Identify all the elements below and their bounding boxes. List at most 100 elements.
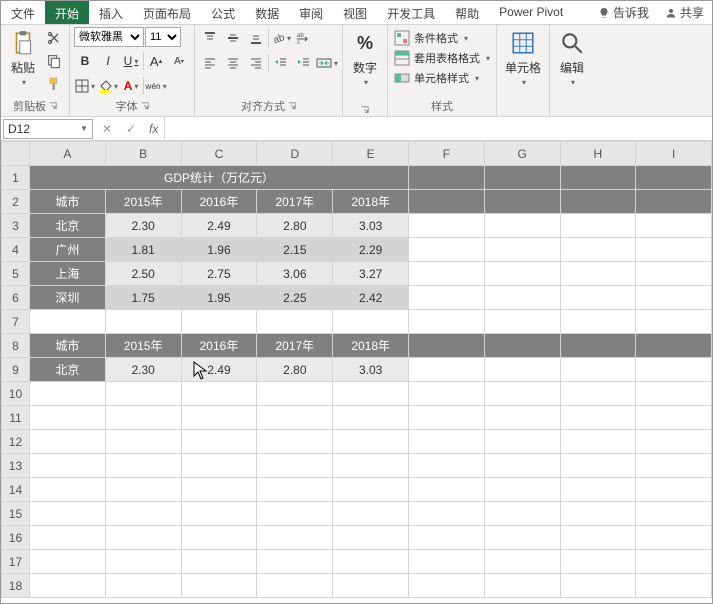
cell[interactable] — [560, 262, 636, 286]
underline-button[interactable]: U▾ — [120, 50, 142, 72]
cell[interactable] — [636, 550, 712, 574]
align-bottom-button[interactable] — [245, 27, 267, 49]
cell[interactable] — [484, 550, 560, 574]
cell[interactable] — [257, 550, 333, 574]
cell[interactable] — [484, 166, 560, 190]
header-cell[interactable]: 2017年 — [257, 190, 333, 214]
cell[interactable] — [560, 190, 636, 214]
orientation-button[interactable]: ab▾ — [270, 27, 292, 49]
cell[interactable] — [636, 406, 712, 430]
tab-data[interactable]: 数据 — [245, 1, 289, 24]
bold-button[interactable]: B — [74, 50, 96, 72]
cell[interactable] — [29, 310, 105, 334]
cell[interactable] — [560, 406, 636, 430]
col-header[interactable]: I — [636, 142, 712, 166]
align-right-button[interactable] — [245, 52, 267, 74]
col-header[interactable]: A — [29, 142, 105, 166]
cell[interactable] — [484, 358, 560, 382]
decrease-indent-button[interactable] — [270, 52, 292, 74]
cell[interactable] — [484, 382, 560, 406]
select-all-corner[interactable] — [2, 142, 30, 166]
cell[interactable] — [636, 166, 712, 190]
cell[interactable] — [105, 574, 181, 598]
tab-view[interactable]: 视图 — [333, 1, 377, 24]
cell[interactable] — [333, 310, 409, 334]
tell-me[interactable]: 告诉我 — [590, 0, 657, 25]
phonetic-button[interactable]: wén▾ — [145, 75, 167, 97]
cell[interactable] — [560, 334, 636, 358]
cell[interactable] — [333, 526, 409, 550]
col-header[interactable]: G — [484, 142, 560, 166]
cell[interactable] — [560, 358, 636, 382]
data-cell[interactable]: 2.80 — [257, 214, 333, 238]
cell[interactable] — [105, 502, 181, 526]
title-cell[interactable]: GDP统计（万亿元） — [29, 166, 408, 190]
editing-button[interactable]: 编辑 ▾ — [554, 27, 590, 89]
cell[interactable] — [181, 310, 257, 334]
confirm-formula-button[interactable]: ✓ — [119, 122, 143, 136]
font-name-select[interactable]: 微软雅黑 — [74, 27, 144, 47]
conditional-format-button[interactable]: 条件格式▾ — [392, 29, 470, 47]
row-header[interactable]: 12 — [2, 430, 30, 454]
data-cell[interactable]: 2.15 — [257, 238, 333, 262]
cell[interactable] — [409, 502, 485, 526]
cell[interactable] — [409, 526, 485, 550]
data-cell[interactable]: 1.95 — [181, 286, 257, 310]
cell[interactable] — [181, 526, 257, 550]
cell[interactable] — [636, 310, 712, 334]
header-cell[interactable]: 城市 — [29, 334, 105, 358]
cell[interactable] — [333, 430, 409, 454]
cell[interactable] — [181, 550, 257, 574]
name-box[interactable]: D12▼ — [3, 119, 93, 139]
row-header[interactable]: 10 — [2, 382, 30, 406]
tab-powerpivot[interactable]: Power Pivot — [489, 1, 573, 24]
cell[interactable] — [29, 382, 105, 406]
tab-help[interactable]: 帮助 — [445, 1, 489, 24]
align-top-button[interactable] — [199, 27, 221, 49]
data-cell[interactable]: 2.75 — [181, 262, 257, 286]
cell[interactable] — [105, 478, 181, 502]
row-header[interactable]: 9 — [2, 358, 30, 382]
cell[interactable] — [560, 382, 636, 406]
data-cell[interactable]: 2.49 — [181, 214, 257, 238]
cell[interactable] — [560, 526, 636, 550]
border-button[interactable]: ▾ — [74, 75, 96, 97]
align-center-button[interactable] — [222, 52, 244, 74]
cell[interactable] — [560, 238, 636, 262]
cell[interactable] — [560, 214, 636, 238]
cell[interactable] — [636, 238, 712, 262]
cell[interactable] — [257, 430, 333, 454]
cell[interactable] — [29, 454, 105, 478]
cell[interactable] — [409, 190, 485, 214]
data-cell[interactable]: 2.80 — [257, 358, 333, 382]
fx-icon[interactable]: fx — [143, 122, 164, 136]
city-cell[interactable]: 北京 — [29, 214, 105, 238]
cell[interactable] — [181, 454, 257, 478]
row-header[interactable]: 18 — [2, 574, 30, 598]
shrink-font-button[interactable]: A▾ — [168, 50, 190, 72]
cell[interactable] — [484, 262, 560, 286]
cell[interactable] — [484, 286, 560, 310]
tab-file[interactable]: 文件 — [1, 1, 45, 24]
number-format-button[interactable]: % 数字 ▾ — [347, 27, 383, 89]
cell[interactable] — [484, 454, 560, 478]
cell[interactable] — [484, 190, 560, 214]
data-cell[interactable]: 1.96 — [181, 238, 257, 262]
data-cell[interactable]: 2.30 — [105, 214, 181, 238]
cell[interactable] — [560, 574, 636, 598]
cell[interactable] — [181, 382, 257, 406]
cell[interactable] — [484, 334, 560, 358]
cell[interactable] — [105, 310, 181, 334]
row-header[interactable]: 6 — [2, 286, 30, 310]
cell[interactable] — [560, 502, 636, 526]
cell[interactable] — [636, 214, 712, 238]
cell[interactable] — [484, 574, 560, 598]
cell[interactable] — [409, 382, 485, 406]
col-header[interactable]: B — [105, 142, 181, 166]
cell[interactable] — [257, 310, 333, 334]
cell[interactable] — [29, 526, 105, 550]
row-header[interactable]: 8 — [2, 334, 30, 358]
cell[interactable] — [636, 286, 712, 310]
cell[interactable] — [560, 478, 636, 502]
cell[interactable] — [484, 478, 560, 502]
